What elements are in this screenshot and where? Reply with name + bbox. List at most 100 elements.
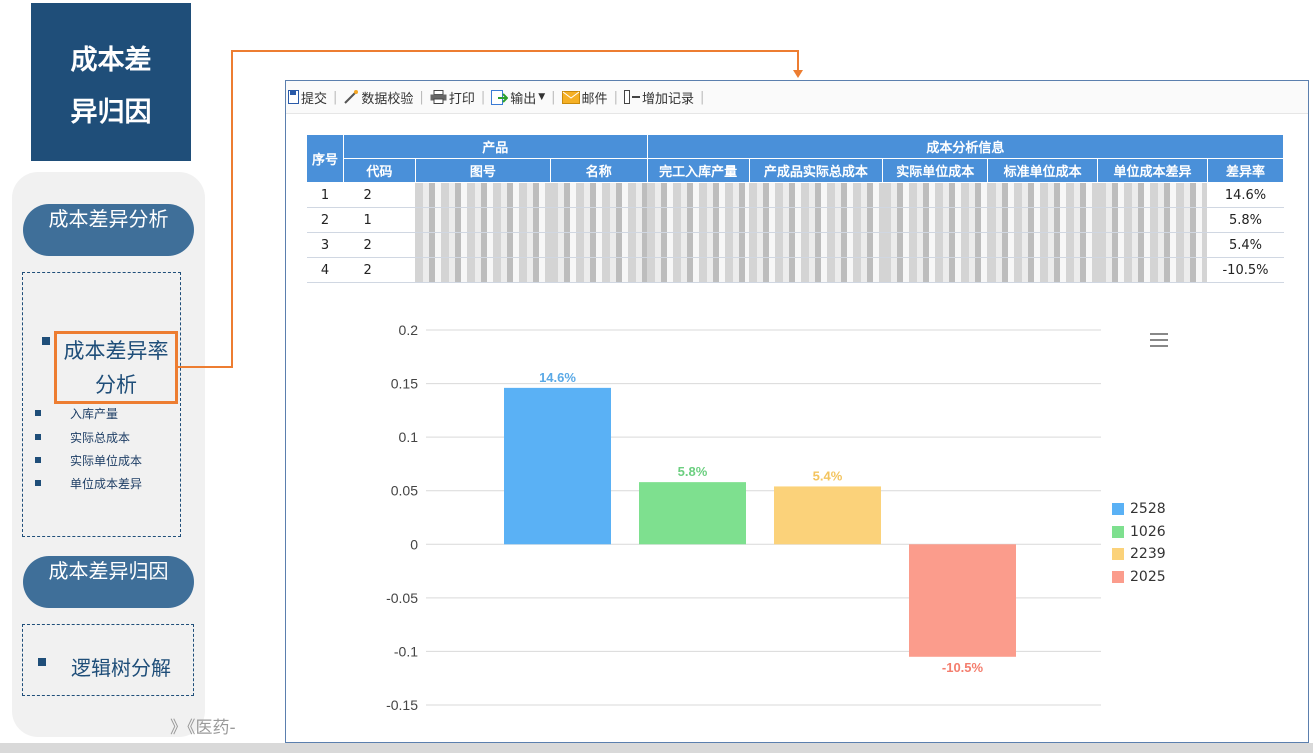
printer-icon bbox=[430, 90, 447, 104]
data-label: 14.6% bbox=[539, 370, 576, 385]
bar bbox=[909, 544, 1016, 657]
cell-rate: 14.6% bbox=[1207, 182, 1284, 208]
cell-seq: 2 bbox=[306, 207, 344, 233]
chart-menu-icon[interactable] bbox=[1150, 333, 1168, 351]
legend-swatch bbox=[1112, 571, 1124, 583]
redacted-cell bbox=[1097, 182, 1208, 208]
y-tick-label: 0.05 bbox=[391, 483, 418, 499]
print-button[interactable]: 打印 bbox=[430, 88, 475, 107]
report-window: 提交 | 数据校验 | 打印 | 输出 ▼ | 邮件 | 增加记录 | 序号 产… bbox=[285, 80, 1309, 743]
bullet-square-icon bbox=[42, 337, 50, 345]
connector-line bbox=[178, 366, 233, 368]
legend-item[interactable]: 2025 bbox=[1112, 569, 1166, 585]
cell-seq: 3 bbox=[306, 232, 344, 258]
col-header: 图号 bbox=[414, 158, 551, 183]
legend-swatch bbox=[1112, 548, 1124, 560]
redacted-cell bbox=[647, 257, 750, 283]
redacted-cell bbox=[882, 207, 988, 233]
data-label: 5.8% bbox=[678, 464, 708, 479]
redacted-cell bbox=[749, 232, 883, 258]
redacted-cell bbox=[749, 182, 883, 208]
data-validate-button[interactable]: 数据校验 bbox=[343, 88, 413, 107]
nav-item-logic-tree[interactable]: 逻辑树分解 bbox=[71, 652, 171, 681]
y-tick-label: -0.1 bbox=[394, 643, 418, 659]
table-row[interactable]: 4 2 -10.5% bbox=[306, 257, 1284, 283]
nav-subitem-unit-cost-variance[interactable]: 单位成本差异 bbox=[70, 475, 142, 492]
redacted-cell bbox=[1097, 257, 1208, 283]
redacted-cell bbox=[415, 207, 551, 233]
col-header: 实际单位成本 bbox=[882, 158, 989, 183]
nav-pill-cost-variance-attribution[interactable]: 成本差异归因 bbox=[23, 556, 194, 608]
section-title: 成本差 异归因 bbox=[31, 3, 191, 161]
redacted-cell bbox=[987, 182, 1098, 208]
bar bbox=[639, 482, 746, 545]
y-tick-label: -0.15 bbox=[386, 697, 418, 713]
cell-seq: 1 bbox=[306, 182, 344, 208]
redacted-cell bbox=[882, 182, 988, 208]
bullet-square-icon bbox=[35, 434, 41, 440]
redacted-cell bbox=[647, 207, 750, 233]
table-row[interactable]: 1 2 14.6% bbox=[306, 182, 1284, 208]
col-header-seq: 序号 bbox=[306, 134, 344, 183]
col-header: 名称 bbox=[549, 158, 648, 183]
section-title-line2: 异归因 bbox=[70, 97, 152, 128]
save-icon bbox=[288, 90, 299, 104]
y-tick-label: -0.05 bbox=[386, 590, 418, 606]
submit-button[interactable]: 提交 bbox=[288, 88, 327, 107]
y-tick-label: 0.15 bbox=[391, 376, 418, 392]
cell-code: 2 bbox=[343, 182, 416, 208]
table-row[interactable]: 3 2 5.4% bbox=[306, 232, 1284, 258]
y-tick-label: 0 bbox=[410, 536, 418, 552]
nav-subitem-inbound-output[interactable]: 入库产量 bbox=[70, 405, 118, 422]
col-header: 完工入库产量 bbox=[646, 158, 750, 183]
wand-icon bbox=[344, 90, 359, 104]
add-row-icon bbox=[623, 90, 640, 104]
redacted-cell bbox=[1097, 207, 1208, 233]
nav-subitem-actual-unit-cost[interactable]: 实际单位成本 bbox=[70, 452, 142, 469]
y-tick-label: 0.1 bbox=[399, 429, 419, 445]
cell-code: 2 bbox=[343, 232, 416, 258]
legend-swatch bbox=[1112, 503, 1124, 515]
col-header: 标准单位成本 bbox=[987, 158, 1099, 183]
bullet-square-icon bbox=[35, 480, 41, 486]
data-label: 5.4% bbox=[813, 468, 843, 483]
nav-pill-cost-variance-analysis[interactable]: 成本差异分析 bbox=[23, 204, 194, 256]
redacted-cell bbox=[987, 207, 1098, 233]
bar bbox=[774, 486, 881, 545]
nav-subitem-actual-total-cost[interactable]: 实际总成本 bbox=[70, 429, 130, 446]
add-record-button[interactable]: 增加记录 bbox=[623, 88, 694, 107]
data-label: -10.5% bbox=[942, 660, 984, 675]
redacted-cell bbox=[415, 182, 551, 208]
col-header: 差异率 bbox=[1206, 158, 1285, 183]
redacted-cell bbox=[415, 257, 551, 283]
bullet-square-icon bbox=[35, 457, 41, 463]
redacted-cell bbox=[550, 232, 648, 258]
redacted-cell bbox=[882, 257, 988, 283]
table-row[interactable]: 2 1 5.8% bbox=[306, 207, 1284, 233]
redacted-cell bbox=[647, 182, 750, 208]
mail-button[interactable]: 邮件 bbox=[561, 88, 608, 107]
connector-line bbox=[231, 50, 233, 368]
cell-code: 1 bbox=[343, 207, 416, 233]
cell-rate: -10.5% bbox=[1207, 257, 1284, 283]
export-icon bbox=[491, 89, 509, 105]
bar bbox=[504, 387, 611, 545]
legend-item[interactable]: 2528 bbox=[1112, 501, 1166, 517]
col-header: 代码 bbox=[342, 158, 416, 183]
group-header-cost-info: 成本分析信息 bbox=[646, 134, 1285, 159]
y-tick-label: 0.2 bbox=[399, 322, 419, 338]
group-header-product: 产品 bbox=[342, 134, 648, 159]
redacted-cell bbox=[550, 257, 648, 283]
redacted-cell bbox=[415, 232, 551, 258]
redacted-cell bbox=[987, 232, 1098, 258]
legend-item[interactable]: 2239 bbox=[1112, 546, 1166, 562]
legend-item[interactable]: 1026 bbox=[1112, 524, 1166, 540]
section-title-line1: 成本差 bbox=[70, 45, 152, 76]
cell-seq: 4 bbox=[306, 257, 344, 283]
connector-line bbox=[231, 50, 799, 52]
cell-rate: 5.8% bbox=[1207, 207, 1284, 233]
nav-item-variance-rate-analysis[interactable]: 成本差异率分析 bbox=[54, 331, 178, 404]
export-dropdown[interactable]: 输出 ▼ bbox=[491, 88, 545, 107]
arrow-down-icon bbox=[793, 70, 803, 78]
caret-down-icon: ▼ bbox=[538, 92, 546, 102]
